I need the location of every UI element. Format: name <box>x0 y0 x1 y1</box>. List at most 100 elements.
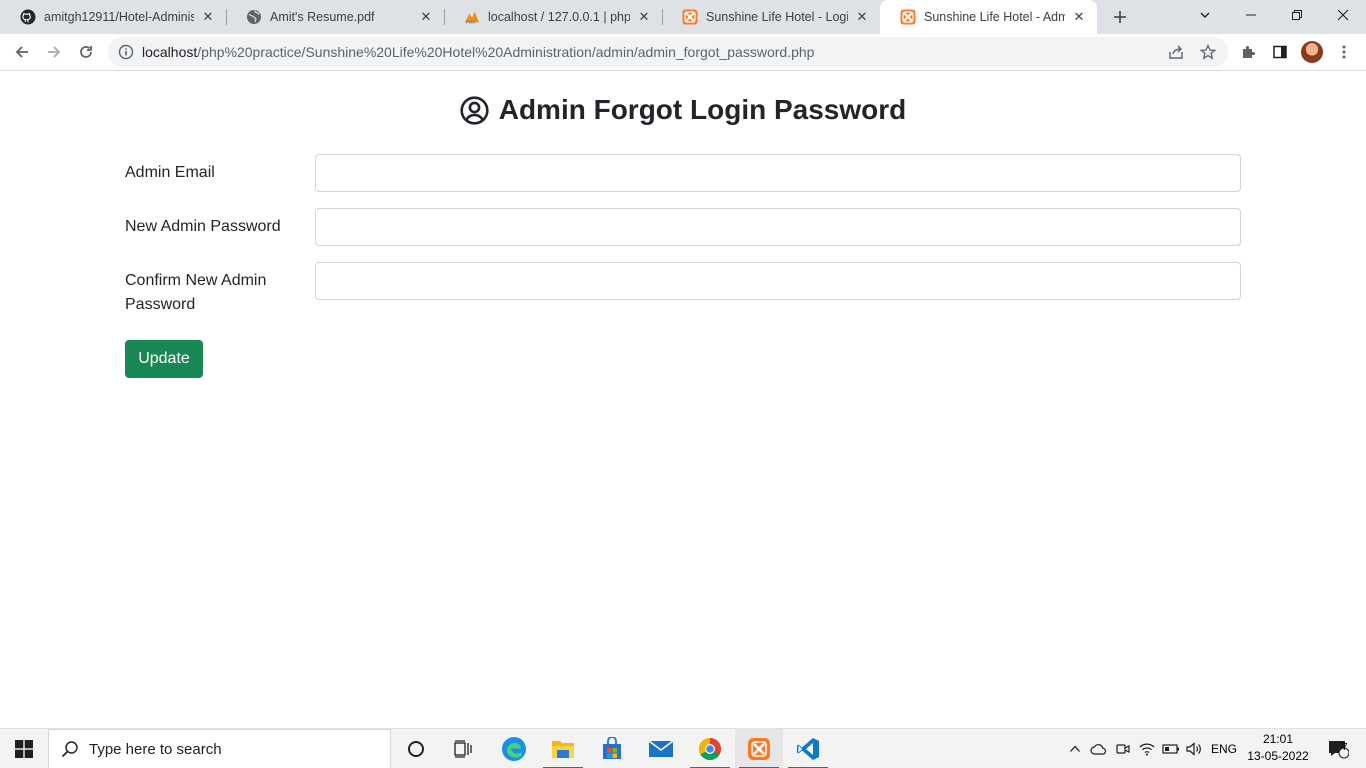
close-icon[interactable]: ✕ <box>854 9 870 25</box>
chrome-app-button[interactable] <box>686 729 734 768</box>
store-icon <box>603 737 621 759</box>
file-explorer-app-button[interactable] <box>539 729 587 768</box>
bookmark-star-icon[interactable] <box>1194 37 1222 67</box>
onedrive-tray-button[interactable] <box>1088 729 1110 768</box>
mail-icon <box>648 740 674 757</box>
browser-toolbar: localhost/php%20practice/Sunshine%20Life… <box>0 34 1366 71</box>
update-button[interactable]: Update <box>125 340 203 378</box>
browser-menu-button[interactable] <box>1330 38 1358 66</box>
browser-tab-strip: amitgh12911/Hotel-Administ ✕ Amit's Resu… <box>0 0 1366 34</box>
restore-icon <box>1292 10 1302 20</box>
close-icon[interactable]: ✕ <box>418 9 434 25</box>
new-password-label: New Admin Password <box>125 218 281 235</box>
clock-date: 13-05-2022 <box>1247 749 1309 763</box>
confirm-password-label-line-1: Confirm New Admin <box>125 272 267 289</box>
new-tab-button[interactable] <box>1108 5 1132 29</box>
svg-text:PMA: PMA <box>466 20 477 25</box>
taskbar-search-placeholder: Type here to search <box>89 740 222 758</box>
close-icon[interactable]: ✕ <box>1071 9 1087 25</box>
back-button[interactable] <box>8 38 36 66</box>
cortana-icon <box>408 741 424 757</box>
taskbar-clock[interactable]: 21:01 13-05-2022 <box>1244 731 1312 765</box>
microsoft-store-app-button[interactable] <box>588 729 636 768</box>
clock-time: 21:01 <box>1262 732 1294 746</box>
battery-tray-button[interactable] <box>1160 729 1182 768</box>
mail-app-button[interactable] <box>637 729 685 768</box>
notification-center-button[interactable]: 7 <box>1318 729 1358 768</box>
close-icon <box>1337 9 1349 21</box>
user-circle-icon <box>460 95 489 125</box>
github-icon <box>20 9 36 25</box>
phpmyadmin-icon: PMA <box>464 9 480 25</box>
new-password-input[interactable] <box>315 208 1241 246</box>
xampp-icon <box>682 9 698 25</box>
taskbar-search-box[interactable]: Type here to search <box>48 729 391 768</box>
avatar <box>1301 41 1323 63</box>
meet-now-tray-button[interactable] <box>1112 729 1134 768</box>
task-view-button[interactable] <box>440 729 488 768</box>
tab-title: Sunshine Life Hotel - Login <box>706 10 848 24</box>
url-host: localhost <box>142 44 198 60</box>
url-path: /php%20practice/Sunshine%20Life%20Hotel%… <box>197 44 815 60</box>
tab-title: Sunshine Life Hotel - Admin <box>924 10 1065 24</box>
restore-button[interactable] <box>1274 0 1320 30</box>
side-panel-button[interactable] <box>1266 38 1294 66</box>
kebab-menu-icon <box>1342 45 1346 59</box>
xampp-icon <box>748 738 770 760</box>
folder-icon <box>552 741 574 758</box>
confirm-password-label-line-2: Password <box>125 296 196 313</box>
chrome-icon <box>699 738 721 760</box>
minimize-button[interactable] <box>1228 0 1274 30</box>
address-bar[interactable]: localhost/php%20practice/Sunshine%20Life… <box>108 37 1228 67</box>
tab-hotel-login[interactable]: Sunshine Life Hotel - Login ✕ <box>662 0 880 34</box>
plus-icon <box>1114 11 1126 23</box>
start-button[interactable] <box>0 729 48 768</box>
tab-search-button[interactable] <box>1182 0 1228 30</box>
forward-button[interactable] <box>40 38 68 66</box>
cloud-icon <box>1090 744 1107 755</box>
close-icon[interactable]: ✕ <box>636 9 652 25</box>
close-icon[interactable]: ✕ <box>200 9 216 25</box>
chevron-down-icon <box>1200 12 1210 18</box>
windows-taskbar: Type here to search ENG 21:01 13-05-2022… <box>0 728 1366 768</box>
puzzle-icon <box>1243 46 1255 58</box>
cortana-button[interactable] <box>392 729 440 768</box>
info-icon[interactable] <box>118 44 134 60</box>
xampp-app-button[interactable] <box>735 729 783 768</box>
page-title-text: Admin Forgot Login Password <box>498 94 907 125</box>
tab-title: amitgh12911/Hotel-Administ <box>44 10 194 24</box>
profile-button[interactable] <box>1298 38 1326 66</box>
tab-hotel-admin[interactable]: Sunshine Life Hotel - Admin ✕ <box>880 0 1097 34</box>
tab-title: Amit's Resume.pdf <box>270 10 375 24</box>
notification-count: 7 <box>1342 742 1348 753</box>
close-window-button[interactable] <box>1320 0 1366 30</box>
share-icon[interactable] <box>1162 37 1190 67</box>
volume-tray-button[interactable] <box>1184 729 1206 768</box>
edge-app-button[interactable] <box>490 729 538 768</box>
language-indicator[interactable]: ENG <box>1208 729 1240 768</box>
globe-icon <box>246 9 262 25</box>
reload-icon <box>80 46 92 58</box>
admin-email-input[interactable] <box>315 154 1241 192</box>
wifi-tray-button[interactable] <box>1136 729 1158 768</box>
vscode-app-button[interactable] <box>784 729 832 768</box>
minimize-icon <box>1246 14 1256 16</box>
task-view-icon <box>454 740 472 758</box>
vscode-icon <box>797 738 819 760</box>
battery-icon <box>1162 744 1179 754</box>
extensions-button[interactable] <box>1234 38 1262 66</box>
tab-resume[interactable]: Amit's Resume.pdf ✕ <box>226 0 444 34</box>
show-hidden-icons-button[interactable] <box>1064 729 1086 768</box>
confirm-password-input[interactable] <box>315 262 1241 300</box>
tab-github[interactable]: amitgh12911/Hotel-Administ ✕ <box>0 0 226 34</box>
admin-email-label: Admin Email <box>125 164 215 181</box>
reload-button[interactable] <box>72 38 100 66</box>
tab-phpmyadmin[interactable]: PMA localhost / 127.0.0.1 | phpMy ✕ <box>444 0 662 34</box>
wifi-icon <box>1139 743 1155 756</box>
chevron-up-icon <box>1070 745 1080 752</box>
camera-icon <box>1116 744 1130 754</box>
xampp-icon <box>900 9 916 25</box>
windows-logo-icon <box>15 740 33 758</box>
speaker-icon <box>1186 742 1201 756</box>
search-icon <box>61 741 78 758</box>
